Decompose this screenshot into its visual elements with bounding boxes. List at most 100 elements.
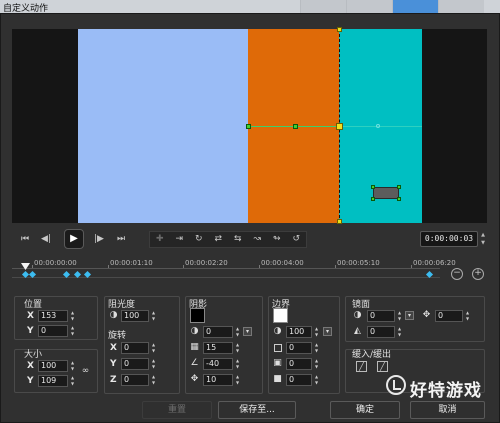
keyframe-timeline[interactable]: 00:00:00:00 00:00:01:10 00:00:02:20 00:0… [12, 259, 456, 287]
keyframe-track[interactable] [12, 270, 440, 279]
mini-handle[interactable] [371, 185, 375, 189]
border-width-spinner[interactable]: ▲ ▼ [313, 342, 320, 354]
shadow-color-swatch[interactable] [190, 308, 205, 323]
mirror-opacity-dropdown[interactable]: ▾ [405, 311, 414, 320]
size-x-spinner[interactable]: ▲ ▼ [69, 360, 76, 372]
position-x-spinner[interactable]: ▲ ▼ [69, 310, 76, 322]
rotation-y-input[interactable]: 0 [121, 358, 149, 370]
reverse-keyframes-icon[interactable]: ↻ [189, 232, 209, 247]
add-keyframe-icon[interactable]: ✚ [150, 232, 170, 247]
tick-label: 00:00:06:20 [413, 259, 456, 267]
border-opacity-dropdown[interactable]: ▾ [323, 327, 332, 336]
tick-label: 00:00:01:10 [110, 259, 153, 267]
opacity-input[interactable]: 100 [121, 310, 149, 322]
timecode-spinner[interactable]: ▲ ▼ [479, 231, 487, 247]
position-y-input[interactable]: 0 [38, 325, 68, 337]
time-ruler: 00:00:00:00 00:00:01:10 00:00:02:20 00:0… [12, 259, 456, 269]
corner-handle-top[interactable] [337, 27, 342, 32]
remove-keyframe-icon[interactable]: ⇥ [170, 232, 190, 247]
path-point-marker [376, 124, 380, 128]
reset-button[interactable]: 重置 [142, 401, 212, 419]
preview-stage[interactable] [78, 27, 422, 224]
size-y-input[interactable]: 109 [38, 375, 68, 387]
shadow-blur-input[interactable]: 15 [203, 342, 233, 354]
tick-label: 00:00:04:00 [261, 259, 304, 267]
size-y-spinner[interactable]: ▲ ▼ [69, 375, 76, 387]
border-fill-icon: ■ [273, 374, 282, 384]
copy-keyframe-icon[interactable]: ↝ [248, 232, 268, 247]
shadow-opacity-spinner[interactable]: ▲ ▼ [234, 326, 241, 338]
keyframe-marker[interactable] [73, 270, 82, 279]
path-point-handle[interactable] [246, 124, 251, 129]
border-opacity-spinner[interactable]: ▲ ▼ [313, 326, 320, 338]
border-value-spinner[interactable]: ▲ ▼ [313, 358, 320, 370]
cancel-button[interactable]: 取消 [410, 401, 485, 419]
zoom-out-icon[interactable]: − [451, 268, 463, 280]
site-watermark: 好特游戏 [386, 373, 500, 403]
border-value2-input[interactable]: 0 [286, 374, 312, 386]
keyframe-marker[interactable] [62, 270, 71, 279]
mini-handle[interactable] [397, 185, 401, 189]
position-x-input[interactable]: 153 [38, 310, 68, 322]
shadow-angle-icon: ∠ [190, 358, 199, 368]
next-frame-icon[interactable]: |▶ [92, 232, 106, 246]
shadow-opacity-icon: ◑ [190, 326, 199, 336]
shadow-opacity-input[interactable]: 0 [203, 326, 233, 338]
shadow-distance-spinner[interactable]: ▲ ▼ [234, 374, 241, 386]
tick-label: 00:00:00:00 [34, 259, 77, 267]
zoom-in-icon[interactable]: + [472, 268, 484, 280]
rotation-x-input[interactable]: 0 [121, 342, 149, 354]
size-x-input[interactable]: 100 [38, 360, 68, 372]
rotation-z-spinner[interactable]: ▲ ▼ [150, 374, 157, 386]
mirror-offset-spinner[interactable]: ▲ ▼ [464, 310, 471, 322]
previous-frame-icon[interactable]: ◀| [39, 232, 53, 246]
watermark-logo-icon [386, 375, 406, 395]
timecode-display[interactable]: 0:00:00:03 [420, 231, 478, 247]
ok-button[interactable]: 确定 [330, 401, 400, 419]
go-to-end-icon[interactable]: ⏭ [114, 232, 128, 246]
mini-handle[interactable] [397, 197, 401, 201]
rotation-x-spinner[interactable]: ▲ ▼ [150, 342, 157, 354]
mini-clip-preview[interactable] [371, 185, 401, 201]
goto-keyframe-icon[interactable]: ↺ [287, 232, 307, 247]
mirror-fade-input[interactable]: 0 [367, 326, 395, 338]
shadow-opacity-dropdown[interactable]: ▾ [243, 327, 252, 336]
shadow-blur-spinner[interactable]: ▲ ▼ [234, 342, 241, 354]
border-opacity-input[interactable]: 100 [286, 326, 312, 338]
path-point-handle[interactable] [293, 124, 298, 129]
rotation-z-input[interactable]: 0 [121, 374, 149, 386]
move-keyframe-icon[interactable]: ⇆ [228, 232, 248, 247]
ease-in-icon[interactable]: ╱ [356, 361, 367, 372]
shadow-angle-input[interactable]: -40 [203, 358, 233, 370]
play-button[interactable]: ▶ [64, 229, 84, 249]
keyframe-toolbar: ✚ ⇥ ↻ ⇄ ⇆ ↝ ↬ ↺ [149, 231, 307, 248]
opacity-spinner[interactable]: ▲ ▼ [150, 310, 157, 322]
shadow-distance-icon: ✥ [190, 374, 199, 384]
go-to-start-icon[interactable]: ⏮ [18, 232, 32, 246]
border-color-swatch[interactable] [273, 308, 288, 323]
mirror-opacity-spinner[interactable]: ▲ ▼ [396, 310, 403, 322]
keyframe-marker[interactable] [425, 270, 434, 279]
shadow-distance-input[interactable]: 10 [203, 374, 233, 386]
swap-keyframes-icon[interactable]: ⇄ [209, 232, 229, 247]
position-y-spinner[interactable]: ▲ ▼ [69, 325, 76, 337]
keyframe-marker[interactable] [28, 270, 37, 279]
ease-out-icon[interactable]: ╱ [377, 361, 388, 372]
mirror-opacity-input[interactable]: 0 [367, 310, 395, 322]
border-value-input[interactable]: 0 [286, 358, 312, 370]
rotation-y-spinner[interactable]: ▲ ▼ [150, 358, 157, 370]
keyframe-marker[interactable] [83, 270, 92, 279]
shadow-blur-icon: ▦ [190, 342, 199, 352]
mirror-fade-spinner[interactable]: ▲ ▼ [396, 326, 403, 338]
paste-keyframe-icon[interactable]: ↬ [267, 232, 287, 247]
border-value2-spinner[interactable]: ▲ ▼ [313, 374, 320, 386]
shadow-angle-spinner[interactable]: ▲ ▼ [234, 358, 241, 370]
save-to-button[interactable]: 保存至... [218, 401, 296, 419]
border-opacity-icon: ◑ [273, 326, 282, 336]
lock-aspect-icon[interactable]: ∞ [80, 366, 91, 377]
corner-handle-bottom[interactable] [337, 219, 342, 224]
border-width-input[interactable]: 0 [286, 342, 312, 354]
mini-handle[interactable] [371, 197, 375, 201]
mirror-offset-input[interactable]: 0 [435, 310, 463, 322]
center-handle[interactable] [336, 123, 343, 130]
